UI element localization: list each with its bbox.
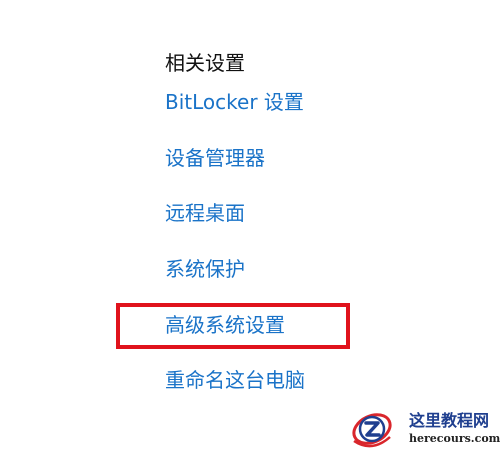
system-protection-link[interactable]: 系统保护 (165, 255, 245, 283)
watermark: 这里教程网 herecours.com (348, 404, 500, 452)
related-settings-title: 相关设置 (165, 51, 245, 75)
watermark-name: 这里教程网 (409, 411, 490, 430)
advanced-system-settings-link[interactable]: 高级系统设置 (165, 311, 285, 339)
remote-desktop-link[interactable]: 远程桌面 (165, 199, 245, 227)
bitlocker-settings-link[interactable]: BitLocker 设置 (165, 88, 304, 116)
device-manager-link[interactable]: 设备管理器 (165, 144, 265, 172)
z-logo-icon (352, 413, 392, 448)
rename-this-pc-link[interactable]: 重命名这台电脑 (165, 366, 305, 394)
watermark-url: herecours.com (409, 432, 500, 445)
